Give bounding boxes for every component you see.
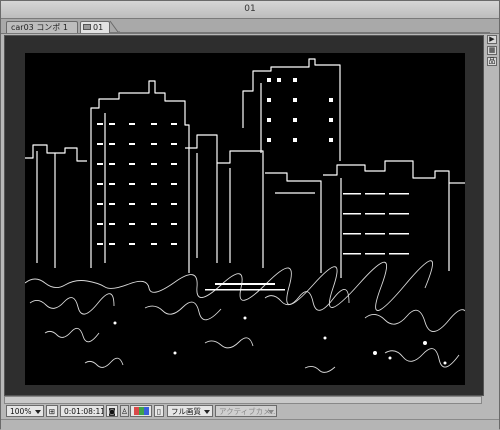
- window-title: 01: [244, 4, 256, 14]
- resolution-value: フル画質: [171, 407, 201, 416]
- window-bottom-edge: [1, 419, 499, 430]
- viewer-side-controls: ▶ ▦ 品: [485, 35, 499, 395]
- snapshot-icon[interactable]: ◙: [106, 405, 118, 417]
- tab-label: 01: [93, 23, 104, 32]
- zoom-value: 100%: [10, 407, 32, 416]
- chevron-down-icon: [35, 410, 41, 414]
- comp-flowchart-icon[interactable]: ▦: [487, 46, 497, 55]
- channel-colors-icon[interactable]: [130, 405, 152, 417]
- timecode-field[interactable]: 0:01:08:11: [60, 405, 104, 417]
- viewer-toolbar: 100% ⊞ 0:01:08:11 ◙ ♙ ▯ フル画質 アクティブカメ...: [1, 405, 499, 418]
- chevron-down-icon: [268, 410, 274, 414]
- panel-menu-arrow-icon[interactable]: ▶: [487, 35, 497, 44]
- composition-window: 01 car03 コンポ 1 01 ▶ ▦ 品 100% ⊞ 0:01:08:1…: [0, 0, 500, 430]
- edge-detect-cityscape-image: [25, 53, 465, 385]
- camera-view-dropdown[interactable]: アクティブカメ...: [215, 405, 277, 417]
- show-snapshot-icon[interactable]: ♙: [120, 405, 129, 417]
- composition-canvas[interactable]: [25, 53, 465, 385]
- tab-label: car03 コンポ 1: [11, 23, 68, 32]
- alpha-channel-icon[interactable]: ▯: [154, 405, 164, 417]
- title-bar[interactable]: 01: [1, 1, 499, 19]
- safe-margins-icon[interactable]: ⊞: [46, 405, 58, 417]
- timecode-value: 0:01:08:11: [64, 407, 104, 416]
- horizontal-scrollbar[interactable]: [4, 396, 482, 404]
- composition-viewer[interactable]: [4, 35, 484, 396]
- tab-car03-comp[interactable]: car03 コンポ 1: [6, 21, 78, 33]
- grid-options-icon[interactable]: 品: [487, 57, 497, 66]
- zoom-dropdown[interactable]: 100%: [6, 405, 44, 417]
- resolution-dropdown[interactable]: フル画質: [167, 405, 213, 417]
- chevron-down-icon: [204, 410, 210, 414]
- tab-divider: [110, 32, 490, 33]
- composition-icon: [83, 24, 91, 30]
